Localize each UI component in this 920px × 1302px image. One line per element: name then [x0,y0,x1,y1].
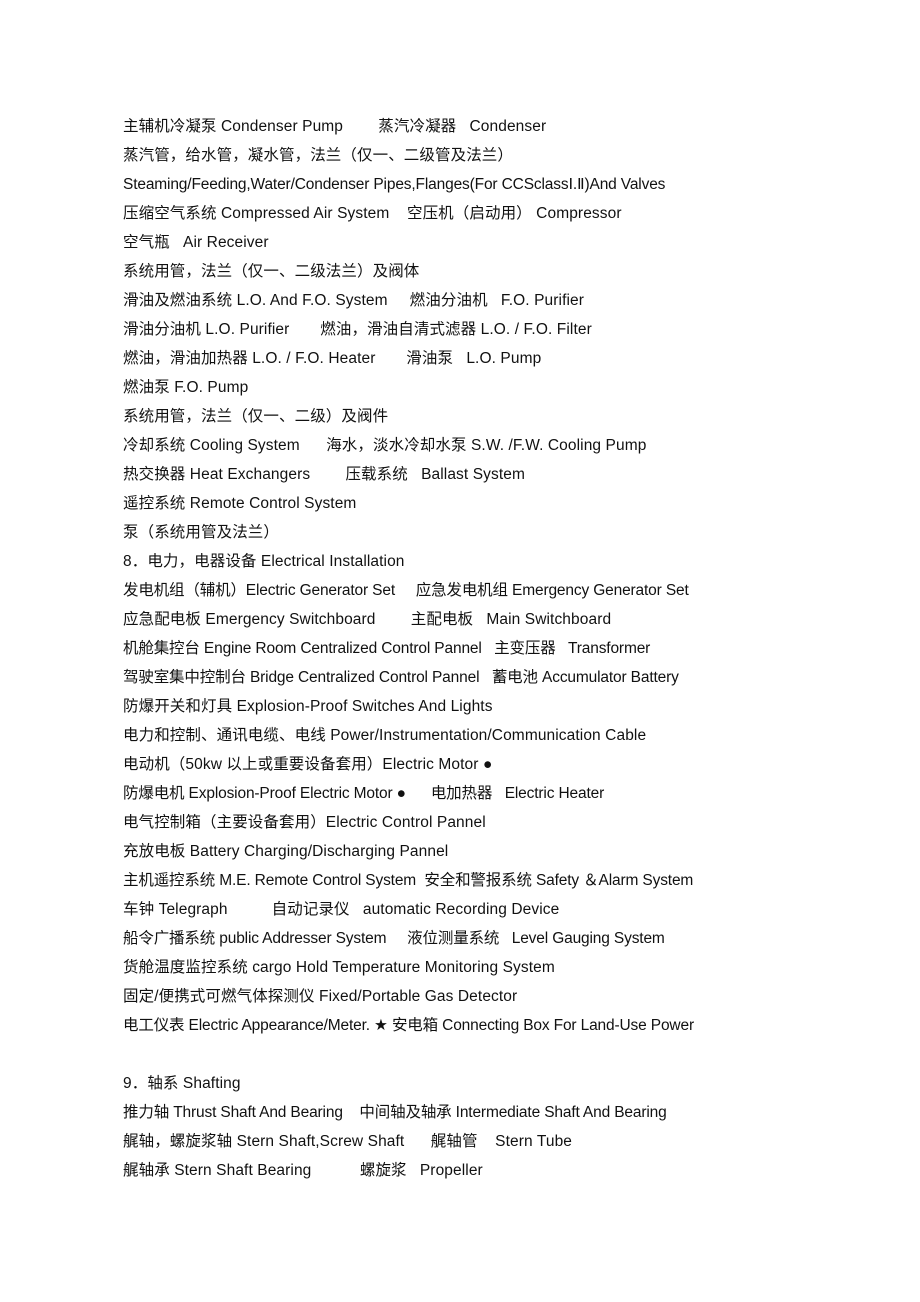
line-stern-shaft: 艉轴，螺旋浆轴 Stern Shaft,Screw Shaft 艉轴管 Ster… [123,1133,573,1150]
line-telegraph: 车钟 Telegraph 自动记录仪 automatic Recording D… [123,901,560,918]
line-power-cable: 电力和控制、通讯电缆、电线 Power/Instrumentation/Comm… [123,727,647,744]
line-system-pipes-valves: 系统用管，法兰（仅一、二级）及阀件 [123,408,389,425]
line-system-pipes-valvebody: 系统用管，法兰（仅一、二级法兰）及阀体 [123,263,420,280]
line-cargo-hold-temp: 货舱温度监控系统 cargo Hold Temperature Monitori… [123,959,555,976]
line-fo-pump: 燃油泵 F.O. Pump [123,379,249,396]
line-explosion-proof-switches: 防爆开关和灯具 Explosion-Proof Switches And Lig… [123,698,493,715]
line-me-remote-control: 主机遥控系统 M.E. Remote Control System 安全和警报系… [123,872,694,889]
line-lo-fo-system: 滑油及燃油系统 L.O. And F.O. System 燃油分油机 F.O. … [123,292,585,309]
line-switchboards: 应急配电板 Emergency Switchboard 主配电板 Main Sw… [123,611,612,628]
line-generator-sets: 发电机组（辅机）Electric Generator Set 应急发电机组 Em… [123,582,689,599]
document-page: 主辅机冷凝泵 Condenser Pump 蒸汽冷凝器 Condenser 蒸汽管… [0,0,920,1302]
line-battery-charging-pannel: 充放电板 Battery Charging/Discharging Pannel [123,843,449,860]
line-thrust-shaft: 推力轴 Thrust Shaft And Bearing 中间轴及轴承 Inte… [123,1104,667,1121]
line-condenser-pump: 主辅机冷凝泵 Condenser Pump 蒸汽冷凝器 Condenser [123,118,547,135]
line-air-receiver: 空气瓶 Air Receiver [123,234,269,251]
line-steam-pipes-cn: 蒸汽管，给水管，凝水管，法兰（仅一、二级管及法兰） [123,147,514,164]
line-compressed-air: 压缩空气系统 Compressed Air System 空压机（启动用） Co… [123,205,622,222]
line-pumps-pipes-flanges: 泵（系统用管及法兰） [123,524,280,541]
line-remote-control-system: 遥控系统 Remote Control System [123,495,357,512]
line-electric-motor: 电动机（50kw 以上或重要设备套用）Electric Motor ● [123,756,493,773]
document-text-body: 主辅机冷凝泵 Condenser Pump 蒸汽冷凝器 Condenser 蒸汽管… [123,112,823,1185]
line-stern-shaft-bearing: 艉轴承 Stern Shaft Bearing 螺旋浆 Propeller [123,1162,483,1179]
line-lo-purifier: 滑油分油机 L.O. Purifier 燃油，滑油自清式滤器 L.O. / F.… [123,321,592,338]
line-section-8-heading: 8．电力，电器设备 Electrical Installation [123,553,405,570]
line-explosion-proof-motor: 防爆电机 Explosion-Proof Electric Motor ● 电加… [123,785,605,802]
line-engine-room-panel: 机舱集控台 Engine Room Centralized Control Pa… [123,640,651,657]
line-electric-control-pannel: 电气控制箱（主要设备套用）Electric Control Pannel [123,814,486,831]
line-heat-exchangers: 热交换器 Heat Exchangers 压载系统 Ballast System [123,466,525,483]
line-steaming-feeding-en: Steaming/Feeding,Water/Condenser Pipes,F… [123,176,666,193]
line-gas-detector: 固定/便携式可燃气体探测仪 Fixed/Portable Gas Detecto… [123,988,518,1005]
line-bridge-panel: 驾驶室集中控制台 Bridge Centralized Control Pann… [123,669,679,686]
line-electric-appearance: 电工仪表 Electric Appearance/Meter. ★ 安电箱 Co… [123,1017,694,1034]
line-section-9-heading: 9．轴系 Shafting [123,1075,241,1092]
line-lo-fo-heater: 燃油，滑油加热器 L.O. / F.O. Heater 滑油泵 L.O. Pum… [123,350,542,367]
line-cooling-system: 冷却系统 Cooling System 海水，淡水冷却水泵 S.W. /F.W.… [123,437,647,454]
line-public-addresser: 船令广播系统 public Addresser System 液位测量系统 Le… [123,930,665,947]
line-blank-1 [123,1040,823,1069]
